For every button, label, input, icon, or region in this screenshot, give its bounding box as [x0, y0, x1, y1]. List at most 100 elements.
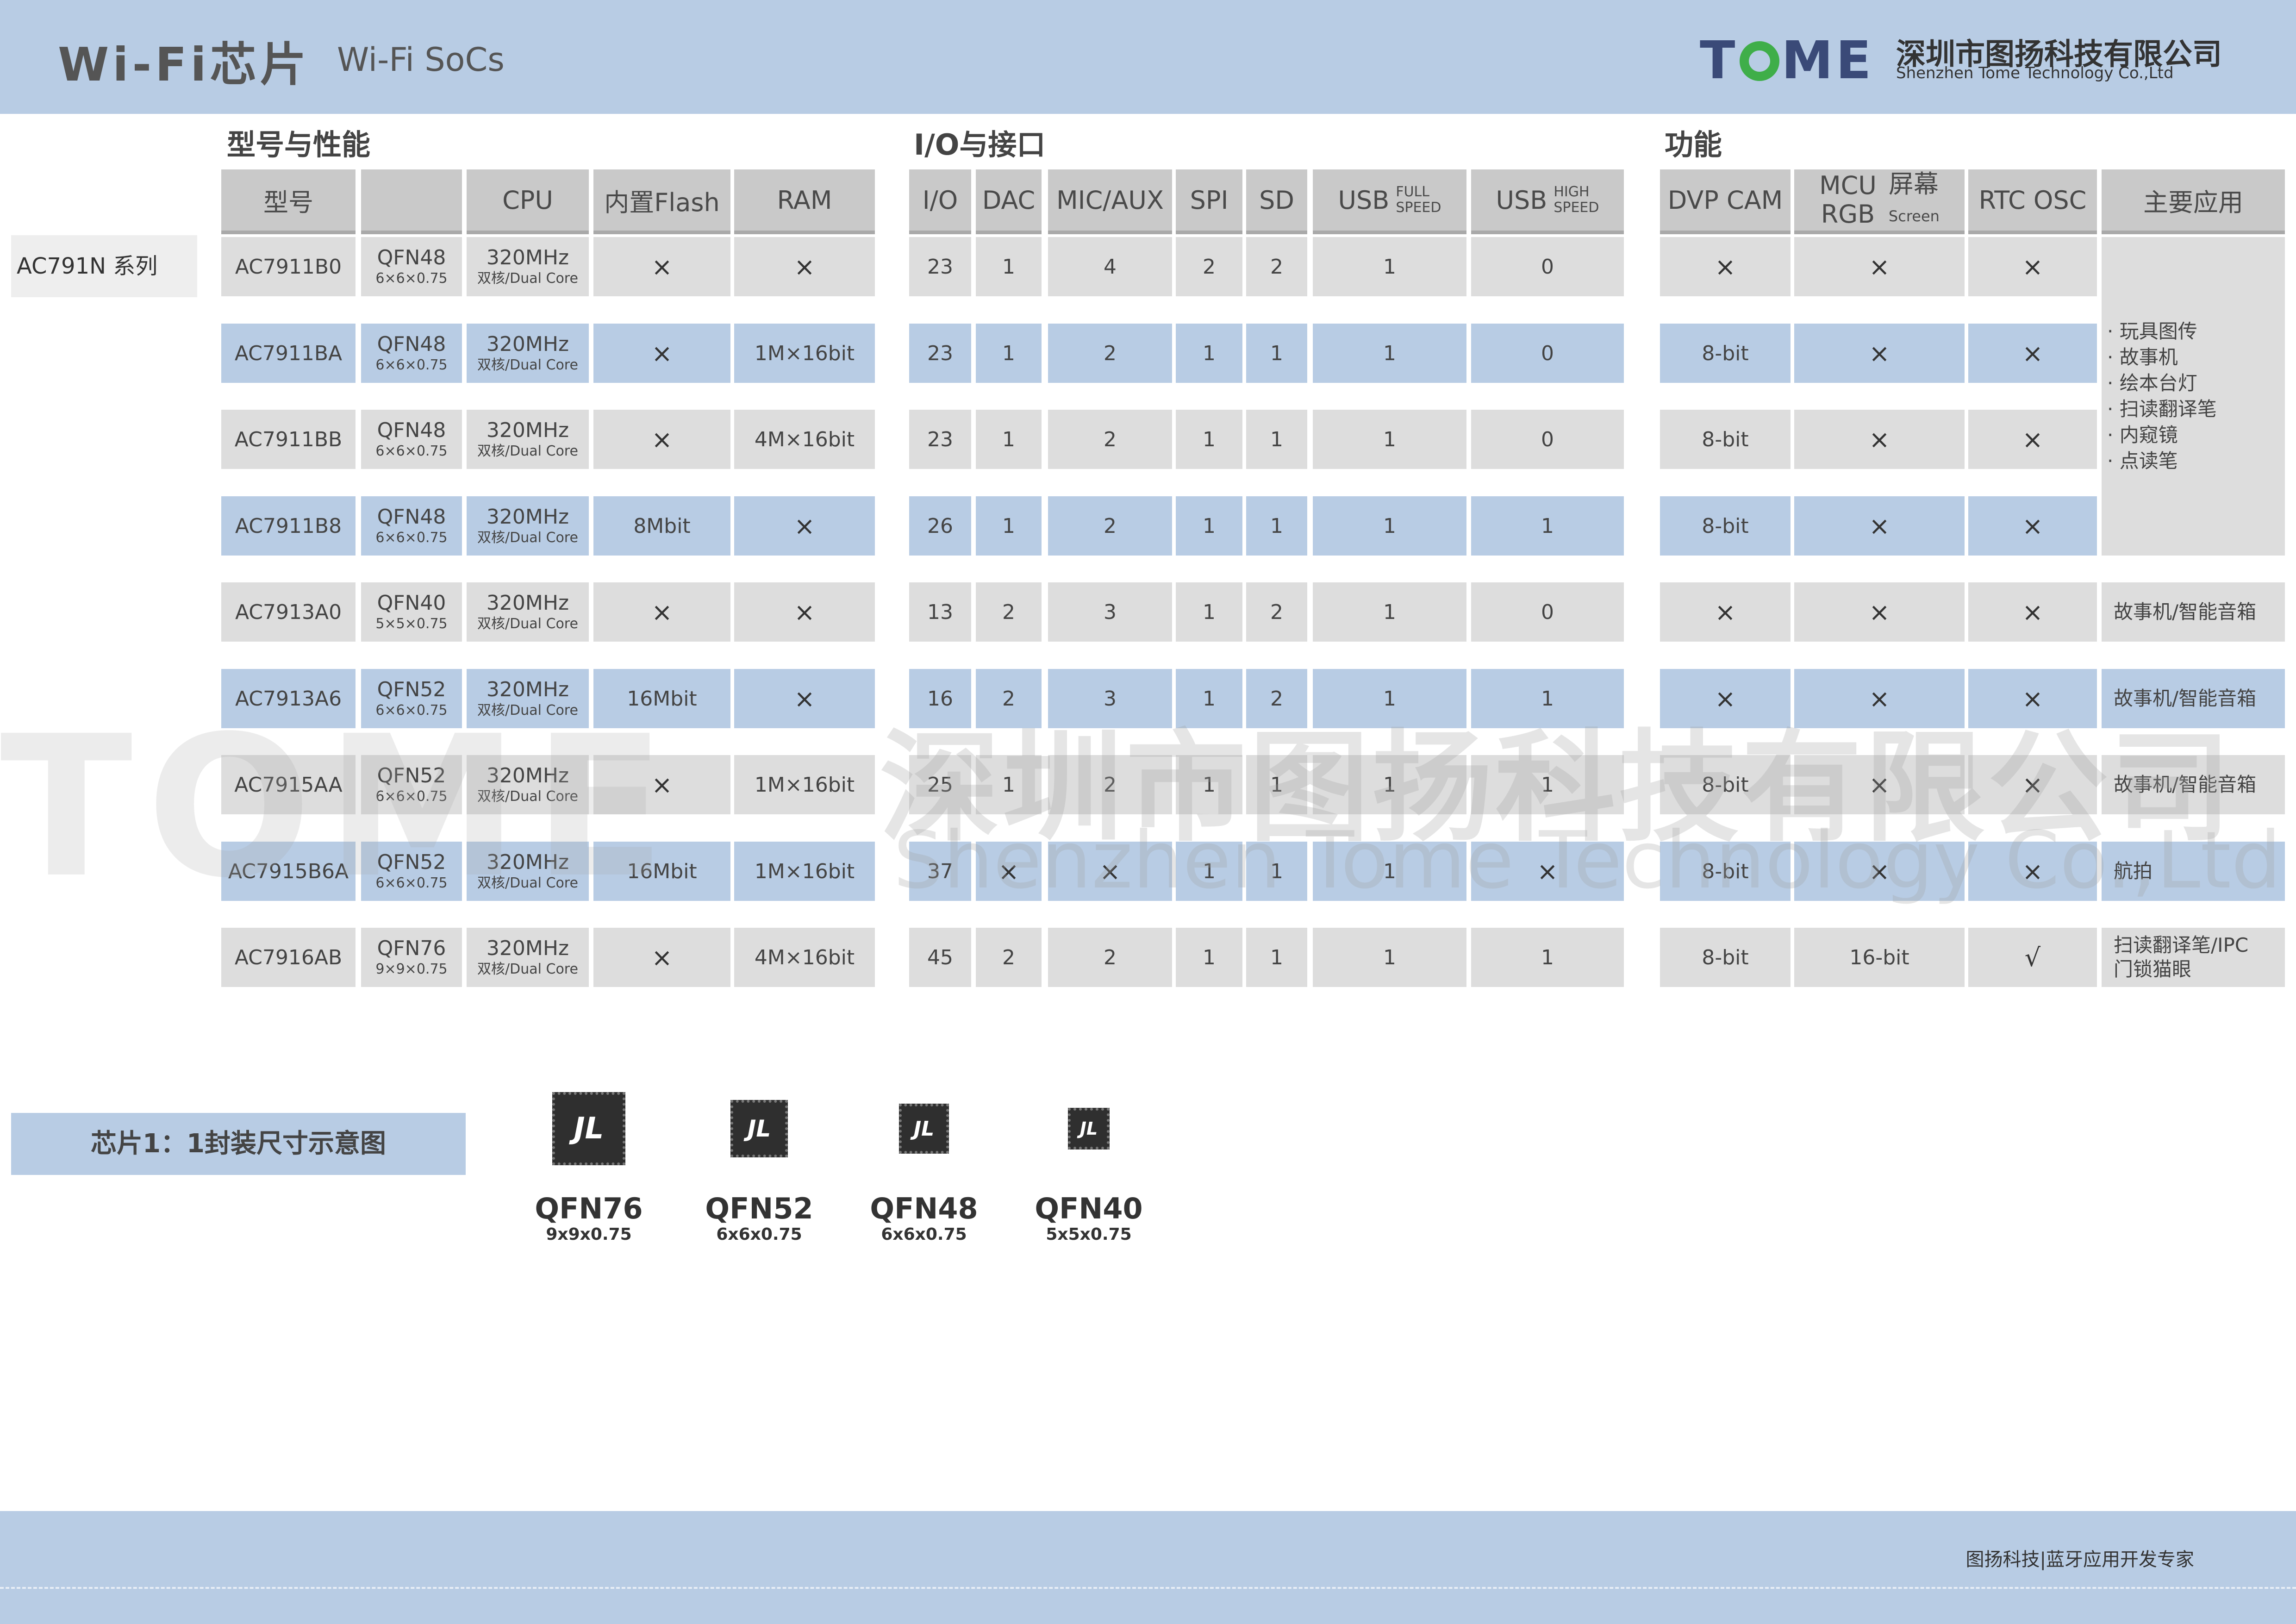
chip-section-label: 芯片1：1封装尺寸示意图 [11, 1113, 466, 1175]
table-cell-pkg: QFN48 6×6×0.75 [361, 410, 462, 469]
column-header-sub: FULL SPEED [1396, 184, 1441, 216]
table-cell-sd: 2 [1246, 582, 1307, 642]
cpu-cores: 双核/Dual Core [477, 530, 578, 546]
cpu-frequency: 320MHz [486, 418, 569, 442]
cell-value: 2 [1002, 945, 1015, 969]
table-cell-usb-high: 0 [1471, 237, 1624, 296]
table-cell-flash: 8Mbit [593, 496, 730, 556]
chip-logo: JL [747, 1115, 771, 1142]
table-cell-usb-full: 1 [1313, 928, 1466, 987]
status-mark: × [2022, 597, 2043, 627]
cell-value: 1 [1383, 427, 1396, 451]
cell-value: 8Mbit [633, 514, 691, 538]
table-cell-usb-full: 1 [1313, 582, 1466, 642]
table-cell-mcu: × [1794, 410, 1965, 469]
table-cell-app: 故事机/智能音箱 [2102, 582, 2285, 642]
package-size: 6×6×0.75 [375, 443, 448, 459]
table-cell-usb-high: 0 [1471, 410, 1624, 469]
cell-value: 4M×16bit [754, 427, 855, 451]
status-mark: × [651, 338, 673, 368]
status-mark: × [651, 597, 673, 627]
model-number: AC7916AB [234, 945, 343, 969]
cpu-frequency: 320MHz [486, 505, 569, 529]
cell-value: 1 [1383, 514, 1396, 538]
chip-icon: JL [552, 1092, 625, 1165]
chip-package-size: 6x6x0.75 [716, 1225, 802, 1244]
column-header-mcu-left: MCU RGB [1819, 171, 1877, 229]
table-cell-dac: 1 [976, 496, 1042, 556]
package-name: QFN48 [377, 418, 446, 442]
table-cell-cpu: 320MHz 双核/Dual Core [467, 324, 589, 383]
cpu-cores: 双核/Dual Core [477, 616, 578, 632]
status-mark: × [1869, 338, 1890, 368]
status-mark: × [794, 684, 815, 713]
chip-package-name: QFN52 [705, 1192, 813, 1225]
cell-value: 3 [1104, 600, 1117, 624]
table-cell-pkg: QFN76 9×9×0.75 [361, 928, 462, 987]
status-mark: × [794, 252, 815, 281]
cell-value: 2 [1104, 427, 1117, 451]
cpu-frequency: 320MHz [486, 591, 569, 615]
table-cell-usb-high: 0 [1471, 582, 1624, 642]
table-cell-model: AC7911B0 [221, 237, 356, 296]
cpu-frequency: 320MHz [486, 246, 569, 269]
column-header-dvp: DVP CAM [1660, 169, 1791, 234]
table-cell-cpu: 320MHz 双核/Dual Core [467, 582, 589, 642]
cell-value: 1 [1383, 945, 1396, 969]
column-header-label: USB [1338, 185, 1390, 215]
status-mark: × [2022, 338, 2043, 368]
chip-package-name: QFN48 [870, 1192, 978, 1225]
column-header-label: I/O [922, 185, 958, 215]
cell-value: 1M×16bit [754, 341, 855, 365]
chip-logo: JL [574, 1112, 604, 1146]
column-header-sub-line: SPEED [1554, 200, 1599, 216]
table-cell-dac: 1 [976, 324, 1042, 383]
status-mark: × [1869, 511, 1890, 541]
table-cell-spi: 1 [1176, 496, 1242, 556]
column-header-line: Screen [1888, 207, 1940, 225]
table-cell-usb-full: 1 [1313, 410, 1466, 469]
table-cell-mcu: × [1794, 237, 1965, 296]
table-cell-io: 23 [909, 410, 971, 469]
cell-value: 23 [927, 341, 953, 365]
table-cell-mcu: × [1794, 582, 1965, 642]
table-cell-sd: 2 [1246, 237, 1307, 296]
package-size: 9×9×0.75 [375, 961, 448, 977]
table-cell-mic: 2 [1048, 928, 1172, 987]
column-header-line: 屏幕 [1888, 169, 1939, 199]
model-number: AC7911B0 [235, 255, 342, 279]
cell-value: 23 [927, 427, 953, 451]
cell-value: 1 [1270, 341, 1283, 365]
table-cell-io: 26 [909, 496, 971, 556]
cell-value: 0 [1541, 341, 1554, 365]
column-header-label: RAM [777, 185, 832, 215]
table-cell-cpu: 320MHz 双核/Dual Core [467, 496, 589, 556]
chip-icon: JL [1068, 1108, 1110, 1149]
cell-value: 8-bit [1702, 945, 1749, 969]
status-mark: × [1869, 252, 1890, 281]
table-cell-dac: 2 [976, 928, 1042, 987]
column-header-sub-line: SPEED [1396, 200, 1441, 216]
table-cell-mcu: × [1794, 324, 1965, 383]
table-cell-usb-high: 1 [1471, 496, 1624, 556]
table-cell-pkg: QFN40 5×5×0.75 [361, 582, 462, 642]
column-header-io: I/O [909, 169, 971, 234]
cell-value: 4 [1104, 255, 1117, 279]
table-cell-app: 扫读翻译笔/IPC 门锁猫眼 [2102, 928, 2285, 987]
cell-value: 1 [1383, 341, 1396, 365]
cell-value: 2 [1270, 600, 1283, 624]
table-cell-spi: 1 [1176, 582, 1242, 642]
application-item: · 绘本台灯 [2107, 372, 2197, 394]
table-cell-pkg: QFN48 6×6×0.75 [361, 496, 462, 556]
cell-value: 0 [1541, 600, 1554, 624]
column-header-ram: RAM [734, 169, 875, 234]
table-cell-model: AC7911BB [221, 410, 356, 469]
package-size: 6×6×0.75 [375, 270, 448, 287]
column-header-sub-line: HIGH [1554, 184, 1590, 200]
package-size: 5×5×0.75 [375, 616, 448, 632]
table-cell-io: 23 [909, 237, 971, 296]
table-cell-mic: 3 [1048, 582, 1172, 642]
table-cell-sd: 1 [1246, 324, 1307, 383]
cell-value: 2 [1104, 341, 1117, 365]
model-number: AC7913A0 [235, 600, 342, 624]
